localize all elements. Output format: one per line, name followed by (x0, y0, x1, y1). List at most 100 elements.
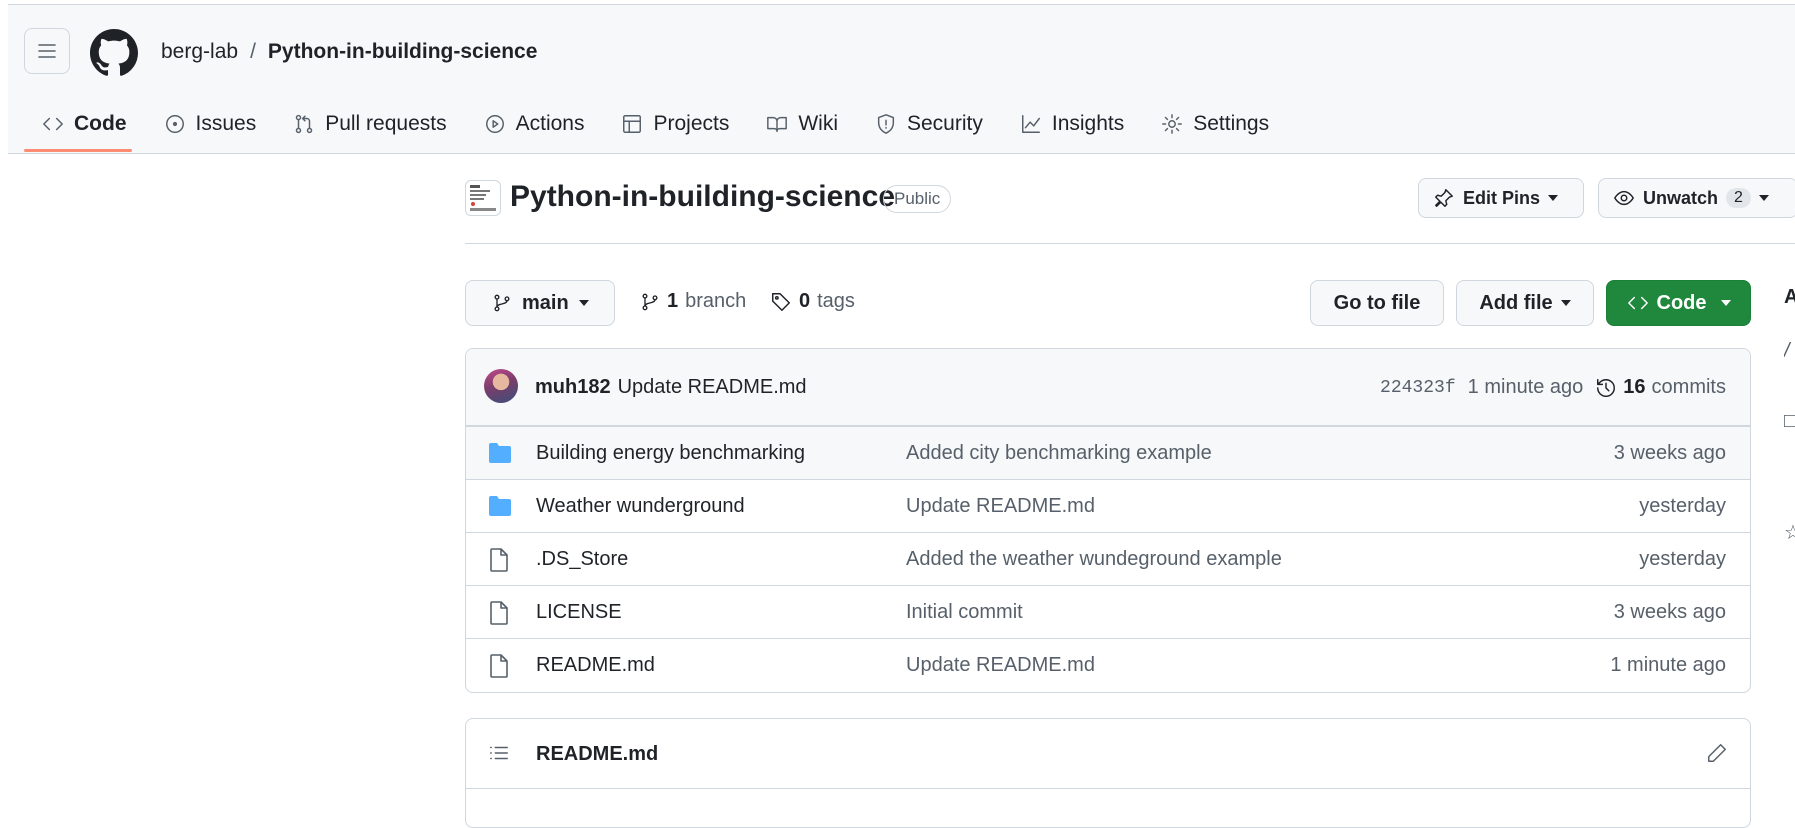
branches-count: 1 (667, 290, 679, 312)
branch-icon (492, 292, 512, 314)
avatar[interactable] (484, 369, 518, 403)
branch-select-button[interactable]: main (465, 280, 615, 326)
edit-pins-button[interactable]: Edit Pins (1418, 178, 1584, 218)
table-row[interactable]: Weather wunderground Update README.md ye… (466, 479, 1750, 532)
file-commit-message[interactable]: Initial commit (906, 601, 1023, 624)
tab-label: Insights (1051, 112, 1125, 135)
table-row[interactable]: LICENSE Initial commit 3 weeks ago (466, 585, 1750, 638)
file-name[interactable]: .DS_Store (536, 548, 628, 571)
menu-button[interactable] (24, 28, 70, 74)
file-commit-message[interactable]: Update README.md (906, 654, 1095, 677)
tab-insights[interactable]: Insights (1008, 106, 1136, 142)
repo-title[interactable]: Python-in-building-science (510, 180, 895, 214)
commit-time[interactable]: 1 minute ago (1468, 376, 1584, 399)
sidebar-fragment: / (1784, 340, 1790, 362)
commit-message[interactable]: Update README.md (618, 376, 807, 399)
file-icon (488, 654, 510, 678)
tag-icon (770, 291, 792, 313)
code-button[interactable]: Code (1606, 280, 1751, 326)
table-icon (621, 113, 643, 135)
tab-code[interactable]: Code (30, 106, 139, 142)
tab-projects[interactable]: Projects (609, 106, 741, 142)
list-icon[interactable] (488, 742, 510, 764)
go-to-file-button[interactable]: Go to file (1310, 280, 1444, 326)
repo-link[interactable]: Python-in-building-science (268, 40, 538, 64)
tab-label: Actions (515, 112, 585, 135)
tags-count: 0 (799, 290, 811, 312)
file-name[interactable]: Building energy benchmarking (536, 442, 805, 465)
tags-link[interactable]: 0 tags (770, 290, 855, 313)
divider (465, 243, 1795, 244)
chevron-down-icon (1548, 195, 1559, 201)
gear-icon (1161, 113, 1183, 135)
pencil-icon[interactable] (1706, 742, 1728, 764)
edit-pins-label: Edit Pins (1463, 187, 1541, 208)
file-name[interactable]: Weather wunderground (536, 495, 745, 518)
file-table: muh182 Update README.md 224323f 1 minute… (465, 348, 1751, 693)
tab-label: Security (907, 112, 983, 135)
watch-counter: 2 (1726, 188, 1751, 208)
visibility-badge: Public (883, 185, 952, 213)
history-icon (1595, 377, 1617, 399)
tab-label: Issues (195, 112, 257, 135)
repo-owner-avatar[interactable] (465, 180, 501, 216)
graph-icon (1020, 113, 1042, 135)
unwatch-label: Unwatch (1643, 187, 1719, 208)
readme-title[interactable]: README.md (536, 743, 658, 766)
tab-security[interactable]: Security (863, 106, 995, 142)
commit-meta: 224323f 1 minute ago 16 commits (1380, 376, 1726, 399)
about-sidebar-clipped: A / □ ☆ (1784, 280, 1795, 820)
chevron-down-icon (1560, 300, 1571, 306)
folder-icon (488, 442, 512, 464)
file-name[interactable]: README.md (536, 654, 655, 677)
table-row[interactable]: Building energy benchmarking Added city … (466, 426, 1750, 479)
tab-label: Wiki (798, 112, 838, 135)
folder-icon (488, 495, 512, 517)
code-label: Code (1656, 291, 1707, 314)
unwatch-button[interactable]: Unwatch 2 (1598, 178, 1795, 218)
file-commit-message[interactable]: Update README.md (906, 495, 1095, 518)
selected-tab-underline (24, 149, 132, 152)
pin-icon (1433, 187, 1455, 209)
branches-link[interactable]: 1 branch (640, 290, 746, 313)
branch-icon (640, 291, 660, 313)
table-row[interactable]: .DS_Store Added the weather wundeground … (466, 532, 1750, 585)
readme-header: README.md (466, 719, 1750, 789)
file-age: yesterday (1639, 494, 1726, 517)
shield-icon (875, 113, 897, 135)
add-file-button[interactable]: Add file (1456, 280, 1594, 326)
github-logo-icon[interactable] (90, 29, 138, 77)
commits-link[interactable]: 16 commits (1595, 376, 1726, 399)
tab-issues[interactable]: Issues (152, 106, 269, 142)
hamburger-icon (37, 42, 57, 60)
commit-author[interactable]: muh182 (535, 376, 611, 399)
table-row[interactable]: README.md Update README.md 1 minute ago (466, 638, 1750, 691)
tab-pull-requests[interactable]: Pull requests (281, 106, 458, 142)
sidebar-fragment: ☆ (1784, 522, 1795, 544)
file-commit-message[interactable]: Added city benchmarking example (906, 442, 1212, 465)
tab-wiki[interactable]: Wiki (754, 106, 850, 142)
tags-label: tags (817, 290, 855, 312)
tab-label: Pull requests (325, 112, 447, 135)
owner-link[interactable]: berg-lab (161, 40, 238, 64)
file-age: yesterday (1639, 547, 1726, 570)
branches-label: branch (685, 290, 747, 312)
breadcrumb: berg-lab / Python-in-building-science (161, 40, 537, 64)
book-icon (766, 113, 788, 135)
tab-actions[interactable]: Actions (472, 106, 597, 142)
repo-nav: Code Issues Pull requests Actions Projec… (30, 106, 1294, 142)
play-icon (484, 113, 506, 135)
file-name[interactable]: LICENSE (536, 601, 622, 624)
readme-panel: README.md (465, 718, 1751, 828)
file-age: 3 weeks ago (1613, 600, 1726, 623)
file-icon (488, 601, 510, 625)
tab-settings[interactable]: Settings (1149, 106, 1281, 142)
commit-sha[interactable]: 224323f (1380, 378, 1456, 398)
go-to-file-label: Go to file (1333, 291, 1421, 314)
commits-count: 16 (1623, 376, 1646, 398)
branch-name: main (522, 291, 569, 314)
add-file-label: Add file (1479, 291, 1553, 314)
file-commit-message[interactable]: Added the weather wundeground example (906, 548, 1282, 571)
tab-label: Code (74, 112, 127, 135)
code-icon (42, 113, 64, 135)
